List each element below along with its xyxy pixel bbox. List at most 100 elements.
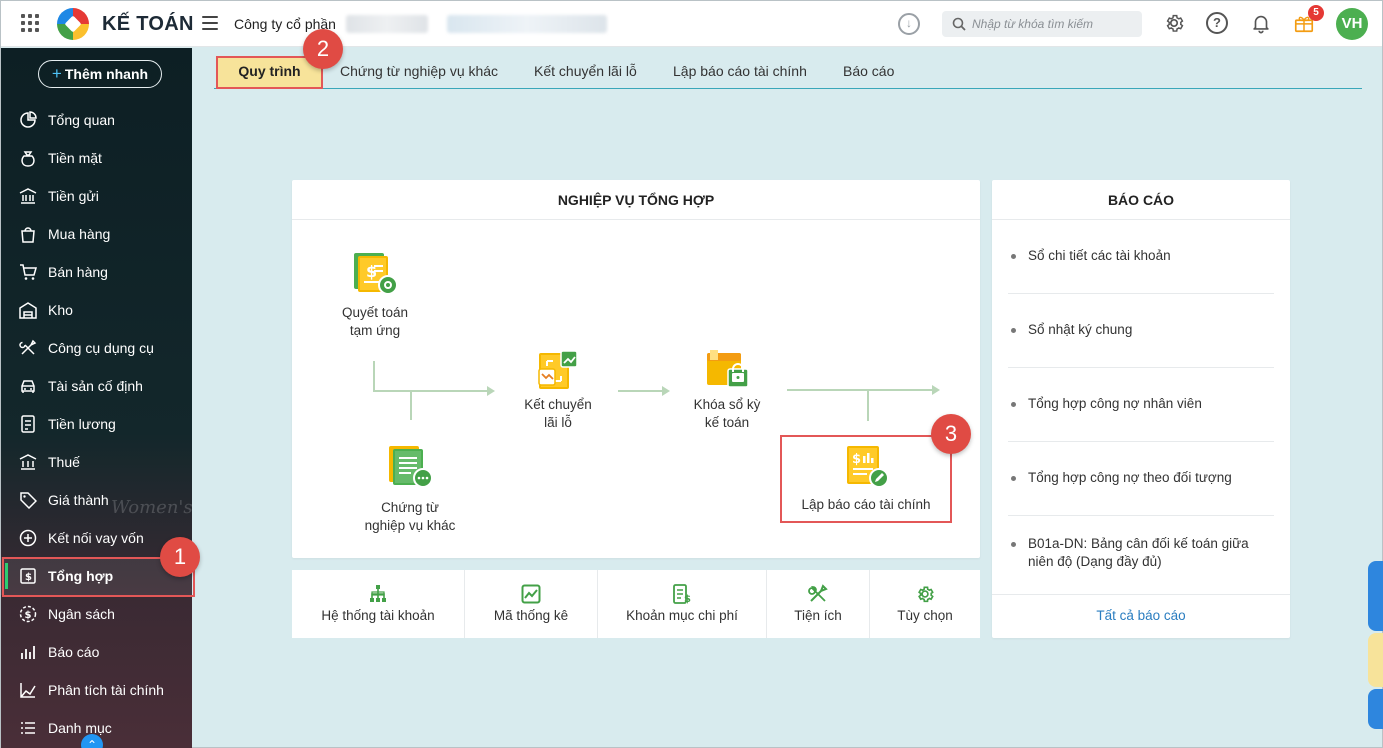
node-quyet-toan-tam-ung[interactable]: $ Quyết toán tạm ứng [325,251,425,341]
flow-arrow [662,386,670,396]
flow-arrow [932,385,940,395]
sidebar-item-label: Tiền mặt [48,150,102,166]
tools-icon [19,339,37,357]
quick-add-button[interactable]: + Thêm nhanh [38,60,162,88]
loan-icon [19,529,37,547]
step-marker-3: 3 [931,414,971,454]
flow-arrow [487,386,495,396]
sidebar-item-label: Công cụ dụng cụ [48,340,154,356]
expense-item-icon: $ [673,584,691,604]
money-bag-icon [19,149,37,167]
lock-book-icon [707,350,749,388]
side-widget-tab[interactable] [1368,561,1383,631]
sidebar-item-label: Tiền gửi [48,188,99,204]
payroll-icon [19,415,37,433]
tool-he-thong-tai-khoan[interactable]: Hệ thống tài khoản [292,570,465,638]
report-link[interactable]: B01a-DN: Bảng cân đối kế toán giữa niên … [1008,535,1274,571]
sidebar-item-14[interactable]: $ Ngân sách [1,595,192,633]
sidebar-item-label: Giá thành [48,492,109,508]
sidebar-item-15[interactable]: Báo cáo [1,633,192,671]
sidebar-item-10[interactable]: Thuế [1,443,192,481]
report-divider [992,594,1290,595]
report-link[interactable]: Sổ nhật ký chung [1008,321,1274,339]
hamburger-menu-icon[interactable] [202,16,218,30]
report-divider [1008,293,1274,294]
analytics-icon [19,681,37,699]
sidebar-item-6[interactable]: Kho [1,291,192,329]
shopping-bag-icon [19,225,37,243]
tax-icon [19,453,37,471]
download-icon[interactable]: ↓ [898,13,920,35]
node-label: Kết chuyển [524,397,592,412]
sidebar-item-9[interactable]: Tiền lương [1,405,192,443]
highlight-box-3 [780,435,952,523]
search-input[interactable] [972,17,1142,31]
warehouse-icon [19,301,37,319]
sidebar-item-8[interactable]: Tài sản cố định [1,367,192,405]
tool-tien-ich[interactable]: Tiện ích [767,570,870,638]
tool-label: Tiện ích [794,608,842,623]
sidebar-item-2[interactable]: Tiền mặt [1,139,192,177]
search-box[interactable] [942,11,1142,37]
tab-ket-chuyen-lai-lo[interactable]: Kết chuyển lãi lỗ [534,56,637,88]
bell-icon[interactable] [1250,12,1272,37]
sidebar-item-label: Báo cáo [48,644,100,660]
top-header: KẾ TOÁN Công ty cổ phần ↓ ? 5 VH [1,1,1382,47]
node-khoa-so-ky-ke-toan[interactable]: Khóa sổ kỳ kế toán [677,347,777,437]
flow-line [410,390,412,420]
svg-text:$: $ [25,610,32,621]
sidebar-item-label: Tiền lương [48,416,116,432]
tab-lap-bao-cao-tai-chinh[interactable]: Lập báo cáo tài chính [673,56,807,88]
sidebar: + Thêm nhanh Women's Tổng quan Tiền mặt Ti… [1,48,192,748]
sidebar-item-label: Ngân sách [48,606,115,622]
node-ket-chuyen-lai-lo[interactable]: Kết chuyển lãi lỗ [508,347,608,437]
dashboard-icon [19,111,37,129]
sidebar-item-label: Phân tích tài chính [48,682,164,698]
all-reports-link[interactable]: Tất cả báo cáo [992,608,1290,623]
node-label: lãi lỗ [544,415,572,430]
profit-loss-transfer-icon [538,350,578,389]
sidebar-item-label: Thuế [48,454,80,470]
report-label: Sổ chi tiết các tài khoản [1028,248,1171,263]
tool-label: Mã thống kê [493,608,569,623]
step-marker-2: 2 [303,29,343,69]
help-icon[interactable]: ? [1206,12,1228,34]
sidebar-item-4[interactable]: Mua hàng [1,215,192,253]
user-avatar[interactable]: VH [1336,8,1368,40]
sidebar-item-11[interactable]: Giá thành [1,481,192,519]
reports-panel-title: BÁO CÁO [992,180,1290,220]
report-link[interactable]: Tổng hợp công nợ theo đối tượng [1008,469,1274,487]
node-chung-tu-nghiep-vu-khac[interactable]: Chứng từ nghiệp vụ khác [355,444,465,539]
sidebar-item-1[interactable]: Tổng quan [1,101,192,139]
tool-ma-thong-ke[interactable]: Mã thống kê [465,570,598,638]
side-widget-tab[interactable] [1368,633,1383,687]
gear-icon[interactable] [1163,12,1185,37]
statistics-code-icon [521,584,541,604]
report-link[interactable]: Sổ chi tiết các tài khoản [1008,247,1274,265]
settlement-document-icon: $ [354,253,398,295]
tab-bar: Quy trình Chứng từ nghiệp vụ khác Kết ch… [214,56,1362,89]
flow-line [618,390,663,392]
tool-tuy-chon[interactable]: Tùy chọn [870,570,980,638]
apps-grid-icon[interactable] [21,14,39,32]
sidebar-item-label: Danh mục [48,720,112,736]
tool-khoan-muc-chi-phi[interactable]: $ Khoản mục chi phí [598,570,767,638]
cart-icon [19,263,37,281]
sidebar-item-3[interactable]: Tiền gửi [1,177,192,215]
tool-label: Tùy chọn [897,608,953,623]
price-tag-icon [19,491,37,509]
sidebar-item-16[interactable]: Phân tích tài chính [1,671,192,709]
blurred-company-detail [346,15,428,33]
side-widget-tab[interactable] [1368,689,1383,729]
report-label: Tổng hợp công nợ theo đối tượng [1028,470,1232,485]
tab-chung-tu-nghiep-vu-khac[interactable]: Chứng từ nghiệp vụ khác [340,56,498,88]
sidebar-item-5[interactable]: Bán hàng [1,253,192,291]
sidebar-item-label: Mua hàng [48,226,111,242]
report-link[interactable]: Tổng hợp công nợ nhân viên [1008,395,1274,413]
sidebar-item-7[interactable]: Công cụ dụng cụ [1,329,192,367]
tab-bao-cao[interactable]: Báo cáo [843,56,894,88]
reports-panel: BÁO CÁO Sổ chi tiết các tài khoản Sổ nhậ… [992,180,1290,638]
blurred-tax-detail [447,15,607,33]
app-logo[interactable] [57,8,89,40]
app-title[interactable]: KẾ TOÁN [102,13,194,36]
